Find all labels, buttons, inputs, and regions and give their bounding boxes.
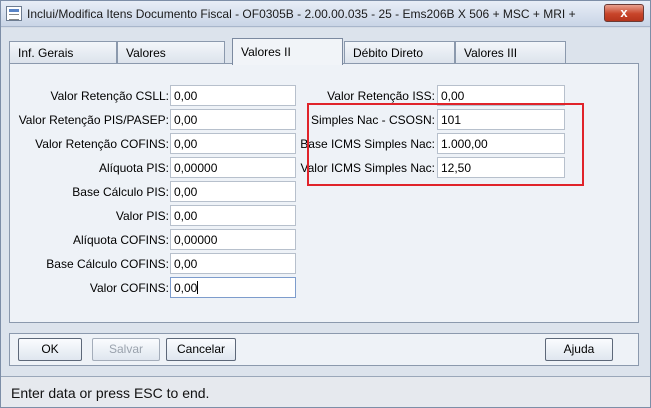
- button-bar: OK Salvar Cancelar Ajuda: [9, 333, 639, 366]
- ok-button[interactable]: OK: [18, 338, 82, 361]
- input-aliquota-pis[interactable]: 0,00000: [170, 157, 296, 178]
- input-valor-cofins-text: 0,00: [174, 281, 198, 295]
- annotation-highlight-box: [307, 103, 584, 186]
- tab-label: Inf. Gerais: [18, 46, 74, 60]
- input-base-calculo-cofins[interactable]: 0,00: [170, 253, 296, 274]
- tab-valores[interactable]: Valores: [117, 41, 225, 64]
- label-base-calculo-pis: Base Cálculo PIS:: [72, 185, 169, 199]
- input-valor-retencao-cofins[interactable]: 0,00: [170, 133, 296, 154]
- dialog-body: Inf. Gerais Valores Valores II Débito Di…: [1, 28, 650, 376]
- tab-inf-gerais[interactable]: Inf. Gerais: [9, 41, 117, 64]
- status-message: Enter data or press ESC to end.: [11, 385, 210, 401]
- salvar-button[interactable]: Salvar: [92, 338, 160, 361]
- label-base-calculo-cofins: Base Cálculo COFINS:: [46, 257, 169, 271]
- tab-label: Valores II: [241, 45, 291, 59]
- app-window-icon: [6, 6, 22, 21]
- input-valor-pis[interactable]: 0,00: [170, 205, 296, 226]
- close-button[interactable]: x: [604, 4, 644, 22]
- input-valor-cofins[interactable]: 0,00: [170, 277, 296, 298]
- label-valor-retencao-pis-pasep: Valor Retenção PIS/PASEP:: [18, 113, 169, 127]
- input-valor-retencao-csll[interactable]: 0,00: [170, 85, 296, 106]
- input-aliquota-cofins[interactable]: 0,00000: [170, 229, 296, 250]
- title-bar[interactable]: Inclui/Modifica Itens Documento Fiscal -…: [1, 1, 650, 27]
- label-valor-retencao-cofins: Valor Retenção COFINS:: [35, 137, 169, 151]
- status-bar: Enter data or press ESC to end.: [1, 376, 650, 407]
- tab-label: Valores III: [464, 46, 518, 60]
- tab-debito-direto[interactable]: Débito Direto: [344, 41, 455, 64]
- tab-valores-ii[interactable]: Valores II: [232, 38, 343, 65]
- label-valor-cofins: Valor COFINS:: [89, 281, 169, 295]
- label-valor-retencao-iss: Valor Retenção ISS:: [327, 89, 435, 103]
- label-valor-retencao-csll: Valor Retenção CSLL:: [50, 89, 169, 103]
- tab-label: Débito Direto: [353, 46, 424, 60]
- input-valor-retencao-pis-pasep[interactable]: 0,00: [170, 109, 296, 130]
- tab-panel-valores-ii: Valor Retenção CSLL: 0,00 Valor Retenção…: [9, 63, 639, 323]
- label-aliquota-cofins: Alíquota COFINS:: [72, 233, 169, 247]
- label-valor-pis: Valor PIS:: [115, 209, 169, 223]
- tab-valores-iii[interactable]: Valores III: [455, 41, 566, 64]
- cancelar-button[interactable]: Cancelar: [166, 338, 236, 361]
- tab-label: Valores: [126, 46, 166, 60]
- window-title: Inclui/Modifica Itens Documento Fiscal -…: [27, 7, 576, 21]
- label-aliquota-pis: Alíquota PIS:: [98, 161, 169, 175]
- input-base-calculo-pis[interactable]: 0,00: [170, 181, 296, 202]
- text-caret: [197, 281, 199, 294]
- dialog-window: Inclui/Modifica Itens Documento Fiscal -…: [0, 0, 651, 408]
- ajuda-button[interactable]: Ajuda: [545, 338, 613, 361]
